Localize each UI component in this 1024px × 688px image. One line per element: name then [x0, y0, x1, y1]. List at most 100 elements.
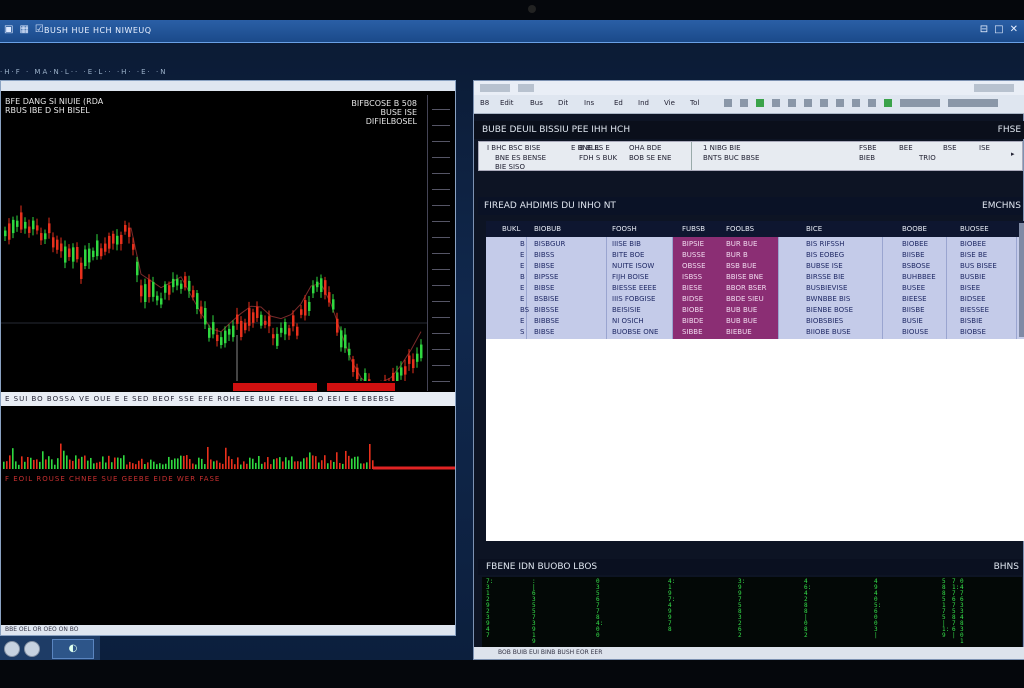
candle [328, 292, 331, 303]
volume-bar [273, 459, 275, 469]
column-header[interactable]: FUBSB [682, 225, 705, 233]
table-row[interactable]: E BIBSS BITE BOE BUSSE BUR B BIS EOBEG BIISBE B… [486, 250, 1024, 260]
volume-bar [39, 461, 41, 469]
candle [88, 248, 91, 263]
table-cell: BIBSSE [534, 306, 559, 314]
table-row[interactable]: E BIBBSE NI OSICH BIBDE BUB BUE BIOBSBIES BUSI… [486, 316, 1024, 326]
column-header[interactable]: BOOBE [902, 225, 927, 233]
volume-bar [240, 464, 242, 469]
bold-icon[interactable] [724, 99, 732, 107]
toolbar-item[interactable]: Bus [530, 99, 543, 108]
table-cell: BIISBE [902, 306, 925, 314]
volume-bar [252, 458, 254, 469]
candle [284, 322, 287, 335]
percent-icon[interactable] [868, 99, 876, 107]
border-icon[interactable] [836, 99, 844, 107]
table-row[interactable]: B BIPSSE FIJH BOISE ISBSS BBISE BNE BIRSSE BI… [486, 272, 1024, 282]
data-grid[interactable]: BUKL BIOBUB FOOSH FUBSB FOOLBS BICE BOOBE BUOSE… [486, 221, 1024, 339]
volume-bar [186, 455, 188, 469]
column-header[interactable]: FOOLBS [726, 225, 754, 233]
candle [48, 223, 51, 234]
menu-item[interactable] [518, 84, 534, 92]
sort-icon[interactable] [804, 99, 812, 107]
toolbar-item[interactable]: Ed [614, 99, 623, 108]
candle [312, 285, 315, 294]
chart-window-titlebar[interactable] [1, 81, 455, 91]
table-row[interactable]: E BIBSE BIESSE EEEE BIESE BBOR BSER BUSBIEVIS… [486, 283, 1024, 293]
column-header[interactable]: FOOSH [612, 225, 637, 233]
table-row[interactable]: E BSBISE IIIS FOBGISE BIDSE BBDE SIEU BWNBBE … [486, 294, 1024, 304]
toolbar-item[interactable]: Ins [584, 99, 594, 108]
grid-title: FIREAD AHDIMIS DU INHO NT [484, 201, 616, 211]
axis-tick [432, 157, 450, 158]
table-cell: BIBDE [682, 317, 704, 325]
candle [124, 225, 127, 232]
info-right-6: ISE [979, 144, 990, 152]
close-icon[interactable]: ✕ [1010, 24, 1018, 35]
minimize-icon[interactable]: ⊟ [980, 24, 988, 35]
check-icon[interactable]: ☑ [35, 24, 44, 35]
candle [152, 281, 155, 297]
toolbar-item[interactable]: B8 [480, 99, 489, 108]
axis-tick [432, 141, 450, 142]
volume-bar [57, 458, 59, 469]
table-row[interactable]: B BISBGUR IIISE BIB BIPSIE BUR BUE BIS RIFSSH… [486, 239, 1024, 249]
grid-title-right: EMCHNS [982, 201, 1021, 211]
column-header[interactable]: BIOBUB [534, 225, 561, 233]
column-header[interactable]: BUOSEE [960, 225, 989, 233]
volume-chart[interactable] [1, 407, 455, 473]
candle [248, 308, 251, 326]
table-cell: BIDSEE [960, 295, 986, 303]
candle [364, 372, 367, 381]
size-box[interactable] [948, 99, 998, 107]
candle [136, 261, 139, 276]
align-icon[interactable] [772, 99, 780, 107]
menu-item[interactable] [974, 84, 1014, 92]
filter-icon[interactable] [788, 99, 796, 107]
window-icon[interactable]: ▣ [4, 24, 13, 35]
table-row[interactable]: S BIBSE BUOBSE ONE SIBBE BIEBUE BIIOBE BUSE BI… [486, 327, 1024, 337]
candlestick-chart[interactable] [1, 95, 427, 381]
toolbar-item[interactable]: Ind [638, 99, 649, 108]
sheet-icon[interactable] [884, 99, 892, 107]
volume-bar [87, 460, 89, 469]
volume-bar [363, 463, 365, 469]
italic-icon[interactable] [740, 99, 748, 107]
table-row[interactable]: BS BIBSSE BEISISIE BIOBE BUB BUE BIENBE BOSE B… [486, 305, 1024, 315]
candle [108, 235, 111, 249]
candle [340, 330, 343, 348]
format-icon[interactable] [820, 99, 828, 107]
volume-bar [210, 459, 212, 469]
merge-icon[interactable] [852, 99, 860, 107]
candle [392, 372, 395, 381]
candle [212, 322, 215, 335]
toolbar-item[interactable]: Edit [500, 99, 514, 108]
volume-bar [222, 463, 224, 469]
start-orb-icon[interactable] [4, 641, 20, 657]
toolbar-item[interactable]: Dit [558, 99, 568, 108]
table-cell: BIOBEE [960, 240, 987, 248]
font-box[interactable] [900, 99, 940, 107]
price-axis[interactable] [427, 95, 454, 391]
table-row[interactable]: E BIBSE NUITE ISOW OBSSE BSB BUE BUBSE ISE BSB… [486, 261, 1024, 271]
info-right-5: BSE [943, 144, 957, 152]
volume-bar [264, 462, 266, 469]
scroll-arrow-icon[interactable]: ▸ [1011, 150, 1015, 159]
chart-icon[interactable] [756, 99, 764, 107]
menu-bar [474, 81, 1024, 96]
menu-item[interactable] [480, 84, 510, 92]
toolbar-item[interactable]: Tol [690, 99, 699, 108]
empty-sheet-area[interactable] [486, 339, 1024, 541]
maximize-icon[interactable]: □ [994, 24, 1003, 35]
column-header[interactable]: BICE [806, 225, 822, 233]
taskbar-button[interactable]: ◐ [52, 639, 94, 659]
grid-icon[interactable]: ▦ [19, 24, 28, 35]
app-orb-icon[interactable] [24, 641, 40, 657]
toolbar-item[interactable]: Vie [664, 99, 675, 108]
volume-bar [63, 450, 65, 469]
top-taskbar: ▣ ▦ ☑ BUSH HUE HCH NIWEUQ ⊟ □ ✕ [0, 20, 1024, 43]
stream-column: 3:997583262 [738, 578, 746, 639]
column-header[interactable]: BUKL [502, 225, 520, 233]
candle [296, 326, 299, 336]
vertical-scrollbar[interactable] [1019, 223, 1024, 337]
